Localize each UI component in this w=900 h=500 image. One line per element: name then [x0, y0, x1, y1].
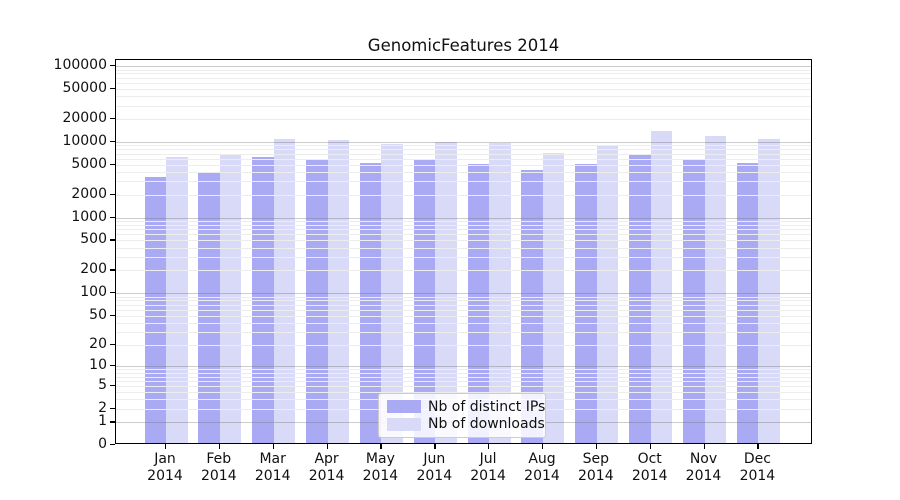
y-tick-label-10000: 10000: [37, 134, 107, 148]
x-tick-mark: [165, 444, 166, 449]
bar-distinct-ips-oct: [629, 155, 651, 444]
bar-downloads-nov: [705, 136, 727, 443]
legend-swatch-distinct-ips: [387, 400, 421, 413]
y-tick-mark: [110, 118, 115, 119]
legend-entry-downloads: Nb of downloads: [387, 416, 537, 432]
legend-label-downloads: Nb of downloads: [428, 416, 545, 432]
bar-distinct-ips-mar: [252, 157, 274, 443]
y-tick-label-2: 2: [37, 401, 107, 415]
plot-area: [115, 59, 812, 444]
x-tick-mark: [650, 444, 651, 449]
y-tick-label-50: 50: [37, 308, 107, 322]
x-tick-mark: [219, 444, 220, 449]
y-tick-mark: [110, 444, 115, 445]
y-tick-mark: [110, 365, 115, 366]
x-tick-mark: [380, 444, 381, 449]
gridline-major: [116, 66, 811, 67]
gridline-minor: [116, 89, 811, 90]
gridline-minor: [116, 96, 811, 97]
bar-downloads-jan: [166, 157, 188, 443]
legend-entry-distinct-ips: Nb of distinct IPs: [387, 399, 537, 415]
y-tick-label-1: 1: [37, 414, 107, 428]
y-tick-mark: [110, 315, 115, 316]
gridline-minor: [116, 70, 811, 71]
y-tick-mark: [110, 292, 115, 293]
y-tick-mark: [110, 269, 115, 270]
y-tick-mark: [110, 385, 115, 386]
bar-downloads-mar: [274, 139, 296, 443]
legend-swatch-downloads: [387, 418, 421, 431]
y-tick-mark: [110, 239, 115, 240]
bar-downloads-dec: [758, 139, 780, 444]
gridline-minor: [116, 78, 811, 79]
bar-downloads-feb: [220, 154, 242, 443]
legend: Nb of distinct IPs Nb of downloads: [378, 393, 546, 438]
y-tick-label-20000: 20000: [37, 111, 107, 125]
y-tick-label-1000: 1000: [37, 210, 107, 224]
y-tick-mark: [110, 194, 115, 195]
x-tick-mark: [542, 444, 543, 449]
x-tick-mark: [596, 444, 597, 449]
chart-title: GenomicFeatures 2014: [115, 36, 812, 55]
y-tick-label-100000: 100000: [37, 58, 107, 72]
y-tick-label-5: 5: [37, 378, 107, 392]
bar-downloads-oct: [651, 131, 673, 443]
y-tick-mark: [110, 421, 115, 422]
y-tick-mark: [110, 344, 115, 345]
y-tick-mark: [110, 408, 115, 409]
legend-label-distinct-ips: Nb of distinct IPs: [428, 399, 545, 415]
bar-distinct-ips-feb: [198, 173, 220, 444]
y-tick-label-200: 200: [37, 262, 107, 276]
y-tick-label-500: 500: [37, 232, 107, 246]
bar-distinct-ips-nov: [683, 159, 705, 443]
gridline-minor: [116, 73, 811, 74]
y-tick-label-2000: 2000: [37, 187, 107, 201]
x-tick-label-dec: Dec2014: [725, 451, 789, 485]
bar-distinct-ips-jan: [145, 177, 167, 443]
bar-distinct-ips-dec: [737, 163, 759, 443]
y-tick-mark: [110, 88, 115, 89]
y-tick-label-50000: 50000: [37, 81, 107, 95]
bar-downloads-apr: [328, 140, 350, 443]
y-tick-label-10: 10: [37, 358, 107, 372]
x-tick-mark: [488, 444, 489, 449]
x-tick-mark: [434, 444, 435, 449]
gridline-minor: [116, 83, 811, 84]
y-tick-label-20: 20: [37, 337, 107, 351]
figure: GenomicFeatures 2014 0 12 5 10 20 50 100 200 500…: [0, 0, 900, 500]
bar-downloads-aug: [543, 153, 565, 444]
y-tick-mark: [110, 141, 115, 142]
gridline-minor: [116, 119, 811, 120]
y-tick-label-5000: 5000: [37, 157, 107, 171]
bar-distinct-ips-sep: [575, 164, 597, 443]
y-tick-mark: [110, 217, 115, 218]
bar-distinct-ips-apr: [306, 159, 328, 443]
y-tick-label-100: 100: [37, 285, 107, 299]
x-tick-mark: [273, 444, 274, 449]
y-tick-mark: [110, 65, 115, 66]
bar-downloads-sep: [597, 145, 619, 443]
y-tick-mark: [110, 164, 115, 165]
x-tick-mark: [757, 444, 758, 449]
x-tick-mark: [327, 444, 328, 449]
gridline-minor: [116, 106, 811, 107]
y-tick-label-0: 0: [37, 437, 107, 451]
x-tick-mark: [704, 444, 705, 449]
